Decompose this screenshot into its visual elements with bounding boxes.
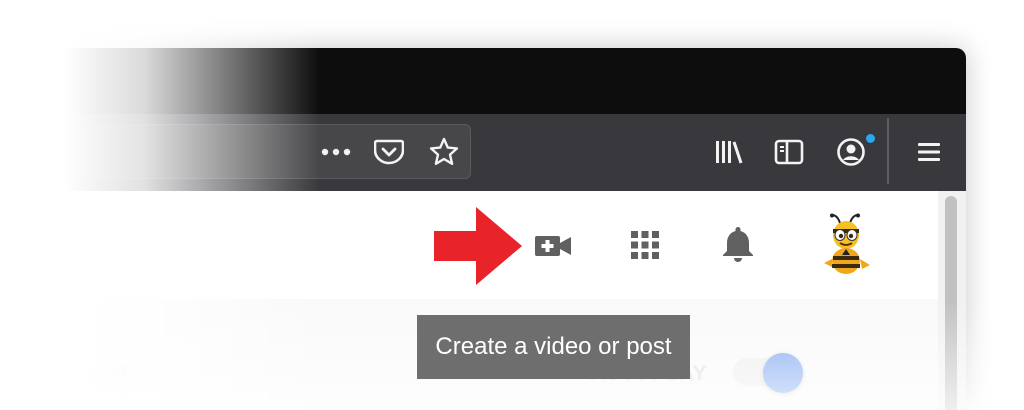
tooltip-text: Create a video or post [435,333,672,360]
url-bar[interactable] [0,124,471,179]
pocket-icon[interactable] [371,136,407,168]
autoplay-toggle-knob[interactable] [763,353,803,393]
up-next-label: next [76,356,129,387]
masthead [0,191,938,299]
annotation-arrow-icon [432,203,524,289]
browser-titlebar [0,48,966,114]
avatar[interactable] [818,213,874,277]
hamburger-icon[interactable] [911,134,947,170]
scrollbar[interactable] [938,191,966,410]
ellipsis-icon[interactable] [318,137,354,167]
create-video-button[interactable] [533,229,573,263]
scrollbar-thumb[interactable] [945,196,957,410]
apps-button[interactable] [627,227,663,263]
toolbar-separator [887,118,889,184]
bee-avatar [824,213,870,274]
star-icon[interactable] [425,135,463,169]
library-icon[interactable] [711,134,747,170]
browser-toolbar [0,114,966,191]
bell-icon [723,227,753,262]
tooltip: Create a video or post [417,315,690,379]
video-camera-plus-icon [535,236,571,256]
sidebar-icon[interactable] [771,134,807,170]
apps-grid-icon [631,231,659,259]
account-notification-dot [864,132,877,145]
notifications-button[interactable] [718,223,758,265]
